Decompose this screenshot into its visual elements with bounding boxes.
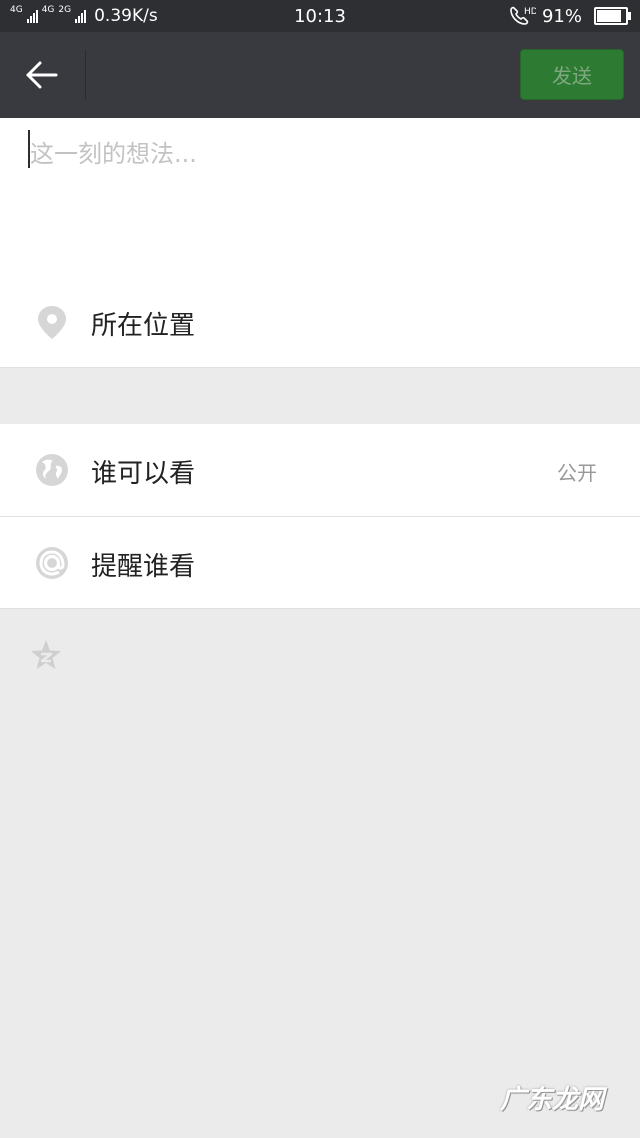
location-label: 所在位置 bbox=[91, 311, 196, 341]
location-pin-icon bbox=[38, 306, 66, 339]
battery-icon bbox=[594, 7, 631, 25]
watermark: 广东龙网 bbox=[499, 1085, 604, 1115]
compose-placeholder: 这一刻的想法... bbox=[30, 140, 197, 168]
status-right: HD 91% bbox=[508, 4, 631, 28]
location-row[interactable]: 所在位置 bbox=[0, 276, 640, 368]
arrow-left-icon bbox=[26, 61, 58, 89]
visibility-value: 公开 bbox=[557, 461, 597, 485]
battery-percent: 91% bbox=[541, 5, 582, 27]
row-separator bbox=[0, 608, 640, 609]
hd-label: HD bbox=[524, 7, 536, 17]
at-icon bbox=[36, 547, 68, 579]
phone-hd-icon: HD bbox=[510, 6, 536, 25]
status-bar: 4G 4G 2G 0.39K/s 10:13 HD 91% bbox=[0, 0, 640, 32]
star-icon[interactable] bbox=[29, 638, 63, 672]
send-button[interactable]: 发送 bbox=[520, 49, 624, 100]
battery-fill bbox=[597, 10, 621, 22]
section-separator bbox=[0, 367, 640, 368]
globe-icon bbox=[36, 454, 68, 486]
visibility-label: 谁可以看 bbox=[91, 459, 196, 489]
top-bar: 发送 bbox=[0, 32, 640, 118]
back-button[interactable] bbox=[16, 52, 72, 98]
visibility-row[interactable]: 谁可以看 公开 bbox=[0, 424, 640, 516]
mention-label: 提醒谁看 bbox=[91, 552, 196, 582]
top-bar-divider bbox=[85, 50, 86, 100]
mention-row[interactable]: 提醒谁看 bbox=[0, 517, 640, 609]
